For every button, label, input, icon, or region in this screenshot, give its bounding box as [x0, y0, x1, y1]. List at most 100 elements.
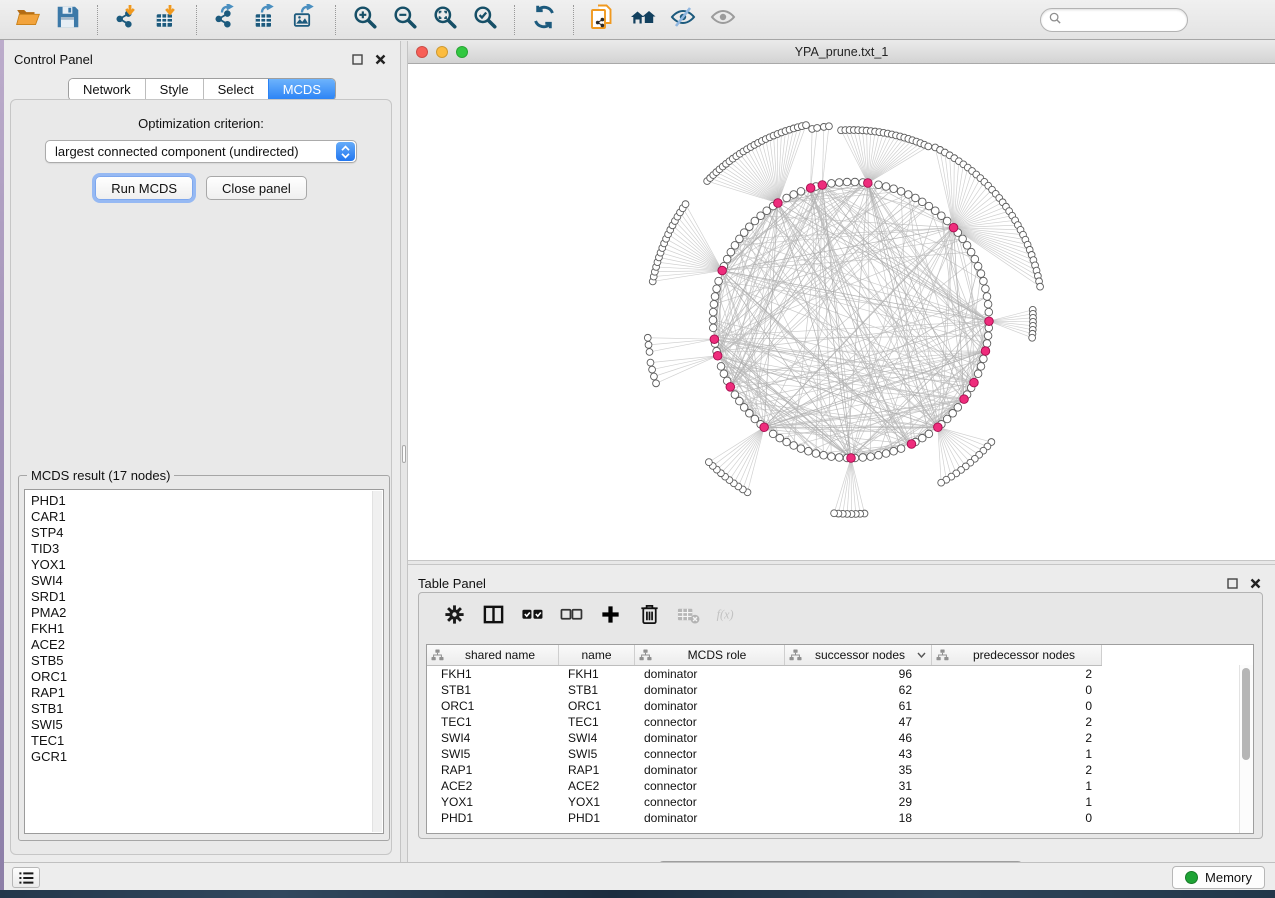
network-overview-button[interactable]: [625, 4, 661, 36]
zoom-fit-button[interactable]: [427, 4, 463, 36]
table-scrollbar-thumb[interactable]: [1242, 668, 1250, 760]
export-network-button[interactable]: [208, 4, 244, 36]
mcds-result-item[interactable]: TID3: [31, 541, 383, 557]
select-all-button[interactable]: [513, 602, 552, 632]
mcds-node[interactable]: [985, 317, 994, 326]
cell-name: PHD1: [559, 811, 635, 825]
column-header-predecessor-nodes[interactable]: predecessor nodes: [932, 645, 1102, 665]
refresh-button[interactable]: [526, 4, 562, 36]
tab-select[interactable]: Select: [203, 79, 268, 100]
mcds-node[interactable]: [774, 199, 783, 208]
open-folder-button[interactable]: [10, 4, 46, 36]
table-row[interactable]: RAP1RAP1dominator352: [427, 762, 1253, 778]
mcds-result-item[interactable]: RAP1: [31, 685, 383, 701]
mcds-node[interactable]: [818, 181, 827, 190]
save-button[interactable]: [50, 4, 86, 36]
deselect-all-button[interactable]: [552, 602, 591, 632]
close-table-panel-icon[interactable]: [1248, 576, 1263, 591]
hide-graphics-button[interactable]: [665, 4, 701, 36]
show-graphics-button[interactable]: [705, 4, 741, 36]
mcds-result-item[interactable]: STB1: [31, 701, 383, 717]
mcds-node[interactable]: [847, 454, 856, 463]
task-history-button[interactable]: [12, 867, 40, 888]
mcds-result-item[interactable]: TEC1: [31, 733, 383, 749]
zoom-in-button[interactable]: [347, 4, 383, 36]
mcds-node[interactable]: [864, 179, 873, 188]
close-panel-icon[interactable]: [373, 52, 388, 67]
mcds-node[interactable]: [949, 223, 958, 232]
mcds-node[interactable]: [760, 423, 769, 432]
mcds-node[interactable]: [934, 423, 943, 432]
table-row[interactable]: TEC1TEC1connector472: [427, 714, 1253, 730]
mcds-result-item[interactable]: CAR1: [31, 509, 383, 525]
column-header-shared-name[interactable]: shared name: [427, 645, 559, 665]
mcds-node[interactable]: [981, 347, 990, 356]
mcds-result-item[interactable]: GCR1: [31, 749, 383, 765]
column-header-name[interactable]: name: [559, 645, 635, 665]
optimization-criterion-dropdown[interactable]: largest connected component (undirected): [45, 140, 357, 163]
export-table-icon: [253, 4, 279, 35]
mcds-node[interactable]: [710, 335, 719, 344]
tab-style[interactable]: Style: [145, 79, 203, 100]
table-row[interactable]: ACE2ACE2connector311: [427, 778, 1253, 794]
delete-row-button[interactable]: [630, 602, 669, 632]
mcds-result-item[interactable]: PMA2: [31, 605, 383, 621]
dropdown-stepper-icon: [336, 142, 355, 161]
node-table[interactable]: shared namenameMCDS rolesuccessor nodesp…: [426, 644, 1254, 834]
mcds-node[interactable]: [806, 184, 815, 193]
mcds-result-item[interactable]: PHD1: [31, 493, 383, 509]
table-row[interactable]: SWI5SWI5connector431: [427, 746, 1253, 762]
zoom-selected-button[interactable]: [467, 4, 503, 36]
mcds-node[interactable]: [907, 440, 916, 449]
mcds-result-item[interactable]: SRD1: [31, 589, 383, 605]
float-table-panel-icon[interactable]: [1225, 576, 1240, 591]
mcds-result-item[interactable]: YOX1: [31, 557, 383, 573]
vertical-splitter[interactable]: [400, 41, 408, 862]
table-row[interactable]: ORC1ORC1dominator610: [427, 698, 1253, 714]
mcds-node[interactable]: [718, 266, 727, 275]
mcds-node[interactable]: [713, 351, 722, 360]
split-columns-button[interactable]: [474, 602, 513, 632]
tab-network[interactable]: Network: [69, 79, 145, 100]
mcds-result-item[interactable]: ORC1: [31, 669, 383, 685]
table-row[interactable]: STB1STB1dominator620: [427, 682, 1253, 698]
import-network-button[interactable]: [109, 4, 145, 36]
network-window-titlebar[interactable]: YPA_prune.txt_1: [408, 41, 1275, 64]
network-graph[interactable]: [408, 64, 1275, 560]
column-header-MCDS-role[interactable]: MCDS role: [635, 645, 785, 665]
mcds-result-item[interactable]: FKH1: [31, 621, 383, 637]
share-document-button[interactable]: [585, 4, 621, 36]
cell-shared-name: PHD1: [427, 811, 559, 825]
close-panel-button[interactable]: Close panel: [206, 176, 307, 200]
gear-button[interactable]: [435, 602, 474, 632]
zoom-out-button[interactable]: [387, 4, 423, 36]
add-row-button[interactable]: [591, 602, 630, 632]
table-row[interactable]: PHD1PHD1dominator180: [427, 810, 1253, 826]
run-mcds-button[interactable]: Run MCDS: [95, 176, 193, 200]
mcds-list-scrollbar[interactable]: [372, 491, 382, 832]
mcds-result-item[interactable]: SWI4: [31, 573, 383, 589]
table-row[interactable]: SWI4SWI4dominator462: [427, 730, 1253, 746]
table-row[interactable]: FKH1FKH1dominator962: [427, 666, 1253, 682]
mcds-node[interactable]: [970, 378, 979, 387]
table-scrollbar[interactable]: [1239, 665, 1253, 833]
splitter-grip[interactable]: [402, 445, 406, 463]
column-header-successor-nodes[interactable]: successor nodes: [785, 645, 932, 665]
export-image-button[interactable]: [288, 4, 324, 36]
tab-mcds[interactable]: MCDS: [268, 79, 335, 100]
export-table-button[interactable]: [248, 4, 284, 36]
mcds-result-list[interactable]: PHD1CAR1STP4TID3YOX1SWI4SRD1PMA2FKH1ACE2…: [24, 489, 384, 834]
float-panel-icon[interactable]: [350, 52, 365, 67]
memory-button[interactable]: Memory: [1172, 866, 1265, 889]
mcds-result-item[interactable]: STP4: [31, 525, 383, 541]
search-input[interactable]: [1066, 12, 1175, 28]
import-table-button[interactable]: [149, 4, 185, 36]
search-box[interactable]: [1040, 8, 1188, 32]
mcds-node[interactable]: [960, 395, 969, 404]
mcds-result-item[interactable]: STB5: [31, 653, 383, 669]
mcds-result-item[interactable]: ACE2: [31, 637, 383, 653]
network-canvas[interactable]: [408, 64, 1275, 560]
mcds-result-item[interactable]: SWI5: [31, 717, 383, 733]
table-row[interactable]: YOX1YOX1connector291: [427, 794, 1253, 810]
mcds-node[interactable]: [726, 383, 735, 392]
